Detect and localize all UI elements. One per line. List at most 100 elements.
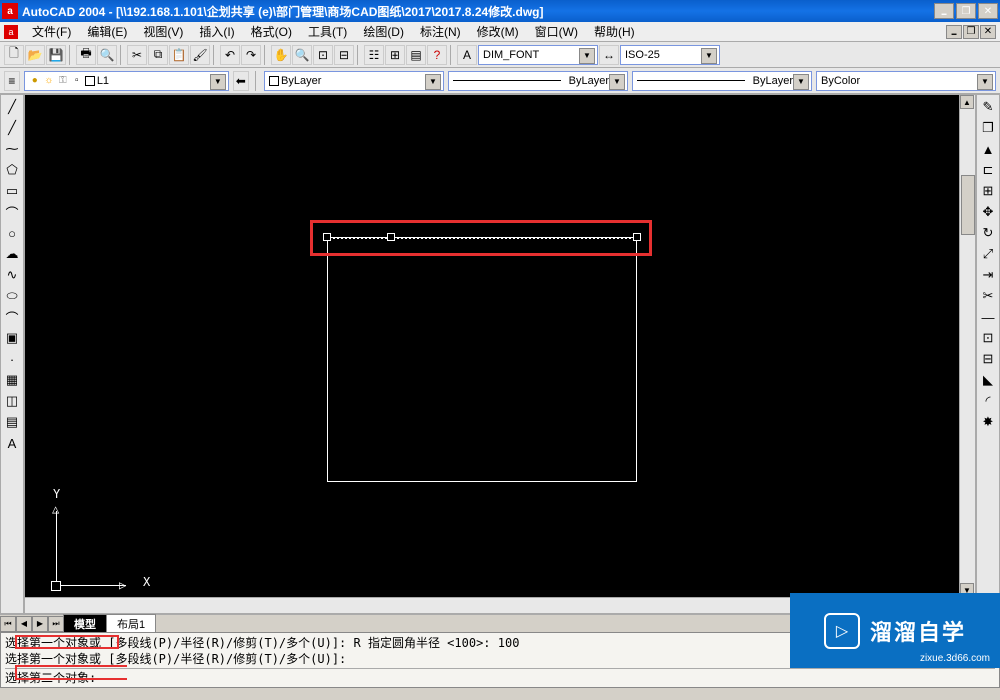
revcloud-icon[interactable]: ☁ <box>2 244 22 264</box>
menu-format[interactable]: 格式(O) <box>243 21 300 42</box>
zoom-icon[interactable]: 🔍 <box>292 45 312 65</box>
help-icon[interactable]: ? <box>427 45 447 65</box>
tab-last-icon[interactable]: ⏭ <box>48 616 64 632</box>
layer-manager-icon[interactable]: ≡ <box>4 71 20 91</box>
line-icon[interactable]: ╱ <box>2 97 22 117</box>
menu-edit[interactable]: 编辑(E) <box>79 21 135 42</box>
block-icon[interactable]: ▣ <box>2 328 22 348</box>
copy-icon[interactable]: ⧉ <box>148 45 168 65</box>
plot-icon: ▫ <box>71 75 83 87</box>
rectangle-icon[interactable]: ▭ <box>2 181 22 201</box>
break-icon[interactable]: ⊡ <box>978 328 998 348</box>
spline-icon[interactable]: ∿ <box>2 265 22 285</box>
menu-help[interactable]: 帮助(H) <box>586 21 643 42</box>
menu-file[interactable]: 文件(F) <box>24 21 79 42</box>
play-icon: ▷ <box>824 613 860 649</box>
maximize-button[interactable] <box>956 3 976 19</box>
dimstyle2-icon[interactable]: ↔ <box>599 45 619 65</box>
workspace: ╱ ╱ ⁓ ⬠ ▭ ⌒ ○ ☁ ∿ ⬭ ⌒ ▣ · ▦ ◫ ▤ A △Y ▷X <box>0 94 1000 614</box>
region-icon[interactable]: ◫ <box>2 391 22 411</box>
ellipse-arc-icon[interactable]: ⌒ <box>2 307 22 327</box>
mdi-minimize-button[interactable] <box>946 25 962 39</box>
color-combo[interactable]: ByLayer <box>264 71 444 91</box>
zoom-window-icon[interactable]: ⊡ <box>313 45 333 65</box>
menu-view[interactable]: 视图(V) <box>135 21 191 42</box>
break2-icon[interactable]: ⊟ <box>978 349 998 369</box>
scroll-up-icon[interactable]: ▲ <box>960 95 974 109</box>
layer-combo[interactable]: ● ☼ ⚿ ▫ L1 <box>24 71 229 91</box>
text-icon[interactable]: A <box>2 433 22 453</box>
copy-obj-icon[interactable]: ❐ <box>978 118 998 138</box>
annotation-highlight <box>310 220 652 256</box>
open-icon[interactable]: 📂 <box>25 45 45 65</box>
extend-icon[interactable]: — <box>978 307 998 327</box>
print-preview-icon[interactable]: 🔍 <box>97 45 117 65</box>
match-icon[interactable]: 🖌 <box>190 45 210 65</box>
point-icon[interactable]: · <box>2 349 22 369</box>
cut-icon[interactable]: ✂ <box>127 45 147 65</box>
vertical-scrollbar[interactable]: ▲ ▼ <box>959 95 975 597</box>
array-icon[interactable]: ⊞ <box>978 181 998 201</box>
minimize-button[interactable] <box>934 3 954 19</box>
tab-layout1[interactable]: 布局1 <box>106 614 156 633</box>
explode-icon[interactable]: ✸ <box>978 412 998 432</box>
properties-icon[interactable]: ☷ <box>364 45 384 65</box>
linetype-combo[interactable]: ByLayer <box>448 71 628 91</box>
layer-prev-icon[interactable]: ⬅ <box>233 71 249 91</box>
watermark: ▷ 溜溜自学 zixue.3d66.com <box>790 593 1000 668</box>
menu-tools[interactable]: 工具(T) <box>300 21 355 42</box>
pan-icon[interactable]: ✋ <box>271 45 291 65</box>
rotate-icon[interactable]: ↻ <box>978 223 998 243</box>
menu-modify[interactable]: 修改(M) <box>469 21 527 42</box>
scroll-thumb[interactable] <box>961 175 975 235</box>
offset-icon[interactable]: ⊏ <box>978 160 998 180</box>
lineweight-combo[interactable]: ByLayer <box>632 71 812 91</box>
tab-model[interactable]: 模型 <box>63 614 107 633</box>
trim-icon[interactable]: ✂ <box>978 286 998 306</box>
erase-icon[interactable]: ✎ <box>978 97 998 117</box>
xline-icon[interactable]: ╱ <box>2 118 22 138</box>
plotstyle-combo[interactable]: ByColor <box>816 71 996 91</box>
chamfer-icon[interactable]: ◣ <box>978 370 998 390</box>
polyline-icon[interactable]: ⁓ <box>2 139 22 159</box>
move-icon[interactable]: ✥ <box>978 202 998 222</box>
textstyle-combo[interactable]: DIM_FONT <box>478 45 598 65</box>
paste-icon[interactable]: 📋 <box>169 45 189 65</box>
tab-first-icon[interactable]: ⏮ <box>0 616 16 632</box>
hatch-icon[interactable]: ▦ <box>2 370 22 390</box>
cmd-prompt[interactable]: 选择第二个对象: <box>5 668 995 686</box>
scale-icon[interactable]: ⤢ <box>978 244 998 264</box>
polygon-icon[interactable]: ⬠ <box>2 160 22 180</box>
circle-icon[interactable]: ○ <box>2 223 22 243</box>
dimstyle-icon[interactable]: A <box>457 45 477 65</box>
new-icon[interactable]: 🗋 <box>4 45 24 65</box>
mirror-icon[interactable]: ▲ <box>978 139 998 159</box>
redo-icon[interactable]: ↷ <box>241 45 261 65</box>
mdi-restore-button[interactable] <box>963 25 979 39</box>
design-center-icon[interactable]: ⊞ <box>385 45 405 65</box>
menu-insert[interactable]: 插入(I) <box>191 21 242 42</box>
rectangle-object[interactable] <box>327 237 637 482</box>
menu-dimension[interactable]: 标注(N) <box>412 21 469 42</box>
window-title: AutoCAD 2004 - [\\192.168.1.101\企划共享 (e)… <box>22 3 934 20</box>
tool-palettes-icon[interactable]: ▤ <box>406 45 426 65</box>
arc-icon[interactable]: ⌒ <box>2 202 22 222</box>
zoom-prev-icon[interactable]: ⊟ <box>334 45 354 65</box>
ellipse-icon[interactable]: ⬭ <box>2 286 22 306</box>
menu-window[interactable]: 窗口(W) <box>527 21 586 42</box>
app-icon: a <box>2 3 18 19</box>
print-icon[interactable]: 🖶 <box>76 45 96 65</box>
menu-draw[interactable]: 绘图(D) <box>355 21 412 42</box>
fillet-icon[interactable]: ◜ <box>978 391 998 411</box>
stretch-icon[interactable]: ⇥ <box>978 265 998 285</box>
dimstyle-combo[interactable]: ISO-25 <box>620 45 720 65</box>
tab-next-icon[interactable]: ▶ <box>32 616 48 632</box>
layer-toolbar: ≡ ● ☼ ⚿ ▫ L1 ⬅ ByLayer ByLayer ByLayer B… <box>0 68 1000 94</box>
undo-icon[interactable]: ↶ <box>220 45 240 65</box>
drawing-area[interactable]: △Y ▷X ▲ ▼ <box>24 94 976 614</box>
tab-prev-icon[interactable]: ◀ <box>16 616 32 632</box>
mdi-close-button[interactable] <box>980 25 996 39</box>
table-icon[interactable]: ▤ <box>2 412 22 432</box>
close-button[interactable] <box>978 3 998 19</box>
save-icon[interactable]: 💾 <box>46 45 66 65</box>
